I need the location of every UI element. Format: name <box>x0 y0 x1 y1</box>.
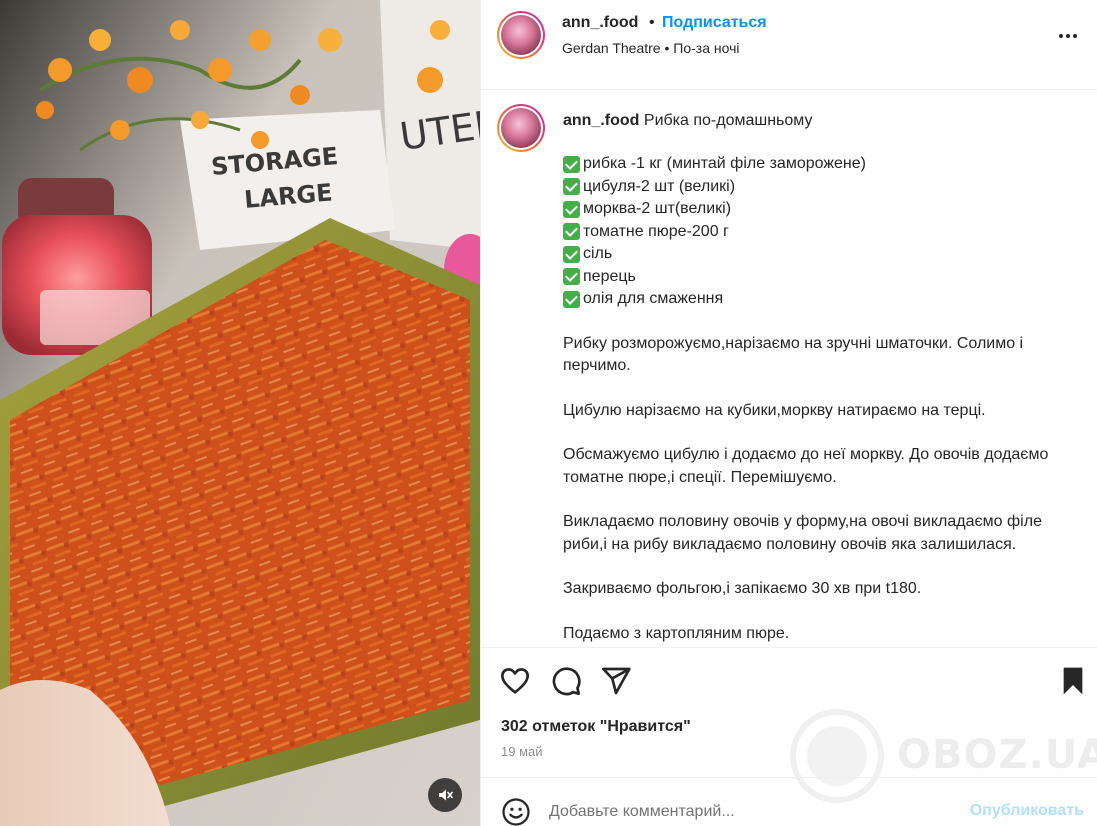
comment-icon[interactable] <box>550 665 582 697</box>
post-photo: UTENS STORAGE LARGE <box>0 0 480 826</box>
caption-avatar[interactable] <box>497 104 545 152</box>
ingredient-item: цибуля-2 шт (великі) <box>563 176 1063 199</box>
post-media[interactable]: UTENS STORAGE LARGE <box>0 0 480 826</box>
bookmark-icon[interactable] <box>1057 665 1089 697</box>
caption-heading: ann_.food Рибка по-домашньому <box>563 112 812 130</box>
author-username[interactable]: ann_.food <box>562 14 638 32</box>
caption-username[interactable]: ann_.food <box>563 112 639 129</box>
author-avatar[interactable] <box>497 11 545 59</box>
paper-plane-icon[interactable] <box>600 665 632 697</box>
heart-icon[interactable] <box>499 665 531 697</box>
recipe-step: Рибку розморожуємо,нарізаємо на зручні ш… <box>563 334 1024 375</box>
recipe-step: Цибулю нарізаємо на кубики,моркву натира… <box>563 401 986 419</box>
check-mark-icon <box>563 245 580 263</box>
post-date[interactable]: 19 май <box>501 744 543 759</box>
follow-button[interactable]: Подписаться <box>662 14 767 32</box>
ingredient-list: рибка -1 кг (минтай філе заморожене) циб… <box>563 153 1063 311</box>
recipe-step: Обсмажуємо цибулю і додаємо до неї моркв… <box>563 446 1049 486</box>
actions-bar: 302 отметок "Нравится" 19 май <box>481 647 1097 776</box>
header-separator: • <box>649 14 655 31</box>
comment-input[interactable] <box>549 798 949 826</box>
check-mark-icon <box>563 223 580 241</box>
emoji-icon[interactable] <box>501 797 531 826</box>
recipe-step: Викладаємо половину овочів у форму,на ов… <box>563 513 1042 553</box>
caption-section: ann_.food Рибка по-домашньому рибка -1 к… <box>481 91 1097 646</box>
caption-title: Рибка по-домашньому <box>643 112 813 129</box>
likes-count[interactable]: 302 отметок "Нравится" <box>501 718 691 736</box>
ingredient-item: морква-2 шт(великі) <box>563 198 1063 221</box>
more-horizontal-icon[interactable] <box>1056 24 1080 48</box>
ingredient-item: сіль <box>563 243 1063 266</box>
recipe-step: Подаємо з картопляним пюре. <box>563 624 790 642</box>
recipe-step: Закриваємо фольгою,і запікаємо 30 хв при… <box>563 580 922 597</box>
check-mark-icon <box>563 268 580 286</box>
check-mark-icon <box>563 200 580 218</box>
ingredient-item: олія для смаження <box>563 288 1063 311</box>
audio-label[interactable]: Gerdan Theatre • По-за ночі <box>562 40 739 56</box>
post-header: ann_.food • Подписаться Gerdan Theatre •… <box>481 0 1097 90</box>
check-mark-icon <box>563 178 580 196</box>
check-mark-icon <box>563 290 580 308</box>
ingredient-item: перець <box>563 266 1063 289</box>
post-details-panel: ann_.food • Подписаться Gerdan Theatre •… <box>480 0 1097 826</box>
check-mark-icon <box>563 155 580 173</box>
mute-button[interactable] <box>428 778 462 812</box>
volume-off-icon <box>439 789 453 801</box>
comment-bar: Опубликовать <box>481 777 1097 826</box>
ingredient-item: рибка -1 кг (минтай філе заморожене) <box>563 153 1063 176</box>
caption-body: рибка -1 кг (минтай філе заморожене) циб… <box>563 153 1063 645</box>
publish-button[interactable]: Опубликовать <box>970 802 1084 820</box>
ingredient-item: томатне пюре-200 г <box>563 221 1063 244</box>
